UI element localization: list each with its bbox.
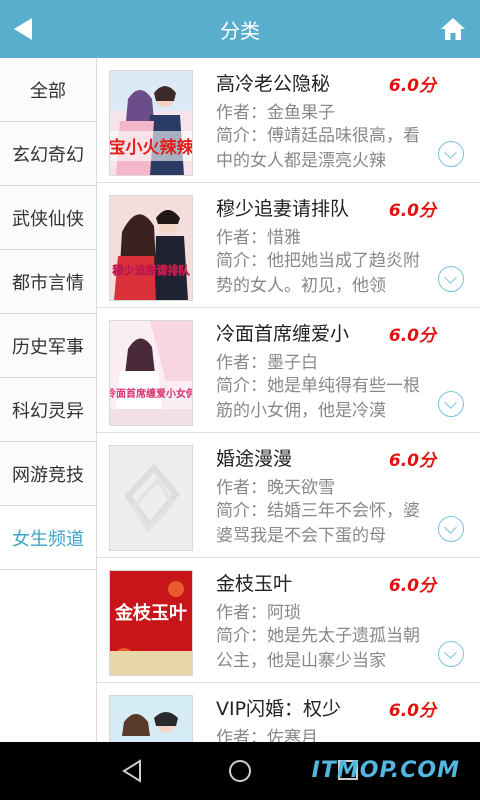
expand-chevron-icon[interactable] <box>438 516 464 542</box>
book-score: 6.0分 <box>388 576 436 596</box>
nav-back-icon[interactable] <box>120 758 146 784</box>
expand-chevron-icon[interactable] <box>438 391 464 417</box>
book-title: 冷面首席缠爱小 <box>216 323 350 345</box>
book-item[interactable]: 宝小火辣辣 高冷老公隐秘 6.0分 作者：金鱼果子 简介：傅靖廷品味很高，看中的… <box>97 58 480 183</box>
expand-chevron-icon[interactable] <box>438 266 464 292</box>
sidebar-item-label: 女生频道 <box>12 528 84 550</box>
sidebar-item-online-games[interactable]: 网游竞技 <box>0 442 96 506</box>
book-cover: 冷面首席缠爱小女佣 <box>109 320 193 426</box>
book-author: 作者：金鱼果子 <box>216 103 335 123</box>
sidebar-item-label: 网游竞技 <box>12 464 84 486</box>
sidebar-item-urban-romance[interactable]: 都市言情 <box>0 250 96 314</box>
sidebar-item-label: 全部 <box>30 80 66 102</box>
sidebar-item-label: 科幻灵异 <box>12 400 84 422</box>
book-title: 穆少追妻请排队 <box>216 198 350 220</box>
page-title: 分类 <box>220 18 260 43</box>
book-item[interactable]: 金枝玉叶 金枝玉叶 6.0分 作者：阿琐 简介：她是先太子遗孤当朝公主，他是山寨… <box>97 558 480 683</box>
book-item[interactable]: 穆少追妻请排队 穆少追妻请排队 6.0分 作者：惜雅 简介：他把她当成了趋炎附势… <box>97 183 480 308</box>
cover-title-art: 冷面首席缠爱小女佣 <box>110 387 192 400</box>
home-icon[interactable] <box>440 16 466 42</box>
book-item[interactable]: 冷面首席缠爱小女佣 冷面首席缠爱小 6.0分 作者：墨子白 简介：她是单纯得有些… <box>97 308 480 433</box>
sidebar-item-history-military[interactable]: 历史军事 <box>0 314 96 378</box>
book-intro: 简介：她是单纯得有些一根筋的小女佣，他是冷漠 <box>216 376 420 421</box>
nav-home-icon[interactable] <box>227 758 253 784</box>
book-author: 作者：晚天欲雪 <box>216 478 335 498</box>
sidebar-item-label: 武侠仙侠 <box>12 208 84 230</box>
expand-chevron-icon[interactable] <box>438 641 464 667</box>
book-item[interactable]: VIP闪婚：权少 6.0分 作者：佐寒月 <box>97 683 480 742</box>
book-cover: 金枝玉叶 <box>109 570 193 676</box>
cover-title-art: 穆少追妻请排队 <box>113 263 191 277</box>
book-author: 作者：墨子白 <box>216 353 318 373</box>
book-title: 婚途漫漫 <box>216 448 293 470</box>
book-score: 6.0分 <box>388 451 436 471</box>
sidebar-item-female-channel[interactable]: 女生频道 <box>0 506 96 570</box>
book-score: 6.0分 <box>388 326 436 346</box>
book-title: 高冷老公隐秘 <box>216 73 331 95</box>
expand-chevron-icon[interactable] <box>438 141 464 167</box>
sidebar-empty-area <box>0 570 96 742</box>
book-intro: 简介：他把她当成了趋炎附势的女人。初见，他领 <box>216 251 420 296</box>
book-author: 作者：惜雅 <box>216 228 301 248</box>
sidebar-item-label: 历史军事 <box>12 336 84 358</box>
book-list: 宝小火辣辣 高冷老公隐秘 6.0分 作者：金鱼果子 简介：傅靖廷品味很高，看中的… <box>97 58 480 742</box>
sidebar-item-scifi-supernatural[interactable]: 科幻灵异 <box>0 378 96 442</box>
sidebar-item-all[interactable]: 全部 <box>0 58 96 122</box>
cover-title-art: 金枝玉叶 <box>114 602 187 624</box>
sidebar-item-wuxia[interactable]: 武侠仙侠 <box>0 186 96 250</box>
back-arrow-icon[interactable] <box>14 18 32 40</box>
book-score: 6.0分 <box>388 701 436 721</box>
book-intro: 简介：傅靖廷品味很高，看中的女人都是漂亮火辣 <box>216 126 420 171</box>
sidebar-item-fantasy[interactable]: 玄幻奇幻 <box>0 122 96 186</box>
sidebar-item-label: 玄幻奇幻 <box>12 144 84 166</box>
category-sidebar: 全部 玄幻奇幻 武侠仙侠 都市言情 历史军事 科幻灵异 网游竞技 女生频道 <box>0 58 97 742</box>
book-cover-placeholder <box>109 445 193 551</box>
top-bar: 分类 <box>0 0 480 58</box>
book-title: VIP闪婚：权少 <box>216 698 342 720</box>
watermark-logo: ITMOP.COM <box>311 758 460 783</box>
book-title: 金枝玉叶 <box>216 573 293 595</box>
book-intro: 简介：她是先太子遗孤当朝公主，他是山寨少当家 <box>216 626 420 671</box>
cover-title-art: 宝小火辣辣 <box>110 137 192 158</box>
book-cover: 宝小火辣辣 <box>109 70 193 176</box>
book-cover <box>109 695 193 742</box>
book-item[interactable]: 婚途漫漫 6.0分 作者：晚天欲雪 简介：结婚三年不会怀，婆婆骂我是不会下蛋的母 <box>97 433 480 558</box>
sidebar-item-label: 都市言情 <box>12 272 84 294</box>
book-cover: 穆少追妻请排队 <box>109 195 193 301</box>
book-score: 6.0分 <box>388 76 436 96</box>
book-author: 作者：阿琐 <box>216 603 301 623</box>
book-intro: 简介：结婚三年不会怀，婆婆骂我是不会下蛋的母 <box>216 501 420 546</box>
book-score: 6.0分 <box>388 201 436 221</box>
book-author: 作者：佐寒月 <box>216 728 318 742</box>
